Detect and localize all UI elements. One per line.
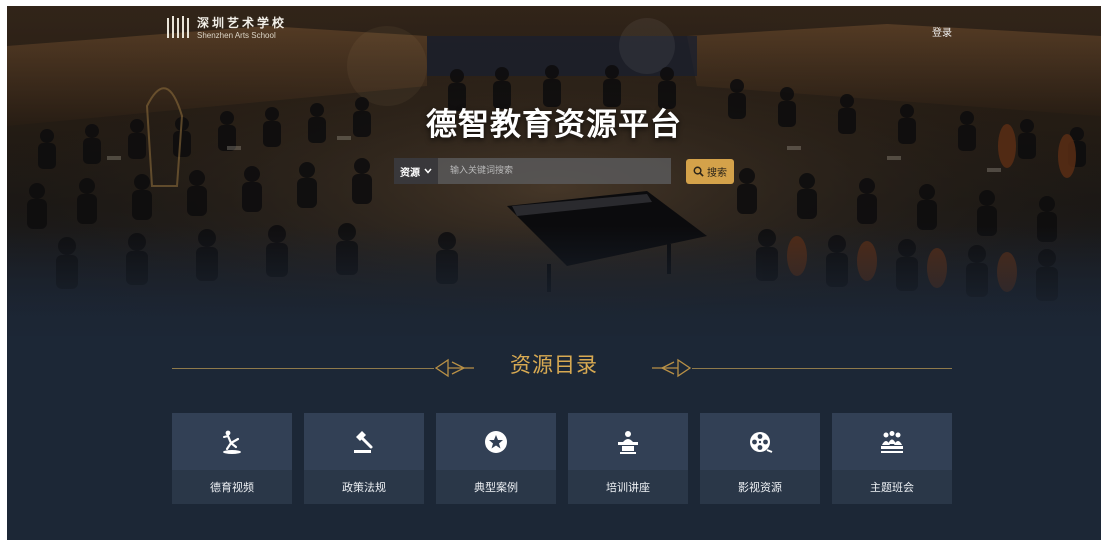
- category-card-policy[interactable]: 政策法规: [304, 413, 424, 504]
- search-button-label: 搜索: [707, 168, 727, 179]
- section-title: 资源目录: [510, 353, 598, 377]
- divider-right: [692, 368, 952, 369]
- category-card-class-meeting[interactable]: 主题班会: [832, 413, 952, 504]
- category-label: 德育视频: [172, 470, 292, 504]
- search-bar: 资源 搜索: [394, 158, 734, 184]
- school-name-en: Shenzhen Arts School: [197, 30, 276, 40]
- category-label: 主题班会: [832, 470, 952, 504]
- page-title: 德智教育资源平台: [426, 107, 682, 143]
- search-type-select[interactable]: 资源: [394, 158, 438, 184]
- school-logo[interactable]: 深圳艺术学校 Shenzhen Arts School: [167, 15, 287, 41]
- chevron-down-icon: [424, 168, 432, 174]
- logo-mark-icon: [167, 16, 189, 40]
- star-badge-icon: [485, 430, 507, 453]
- search-type-label: 资源: [400, 167, 420, 179]
- lecturer-podium-icon: [618, 430, 638, 454]
- category-card-lectures[interactable]: 培训讲座: [568, 413, 688, 504]
- school-name-cn: 深圳艺术学校: [197, 15, 288, 30]
- category-label: 培训讲座: [568, 470, 688, 504]
- page-frame: 深圳艺术学校 Shenzhen Arts School 登录 德智教育资源平台 …: [7, 6, 1101, 540]
- category-label: 典型案例: [436, 470, 556, 504]
- category-card-cases[interactable]: 典型案例: [436, 413, 556, 504]
- search-button[interactable]: 搜索: [686, 159, 734, 184]
- category-card-moral-video[interactable]: 德育视频: [172, 413, 292, 504]
- film-reel-icon: [750, 431, 773, 453]
- category-card-film[interactable]: 影视资源: [700, 413, 820, 504]
- gavel-icon: [354, 430, 373, 453]
- category-label: 政策法规: [304, 470, 424, 504]
- search-icon: [693, 166, 704, 177]
- category-grid: 德育视频 政策法规 典型案例 培训讲座 影视资源 主题班会: [172, 413, 952, 504]
- hero-fade-overlay: [7, 226, 1101, 336]
- dance-figure-icon: [223, 430, 241, 454]
- category-label: 影视资源: [700, 470, 820, 504]
- login-link[interactable]: 登录: [932, 24, 952, 39]
- search-input[interactable]: [438, 158, 671, 184]
- ornament-right-icon: [652, 358, 692, 378]
- group-meeting-icon: [881, 430, 903, 453]
- catalog-heading: 资源目录: [7, 341, 1101, 381]
